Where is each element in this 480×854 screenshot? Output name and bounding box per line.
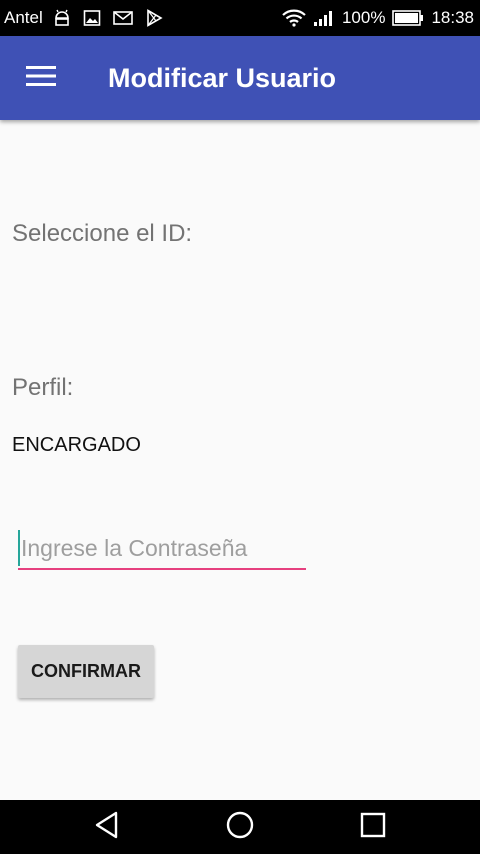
perfil-label: Perfil: <box>12 374 74 401</box>
recents-button[interactable] <box>343 800 403 854</box>
hamburger-menu-icon <box>26 65 56 92</box>
home-button[interactable] <box>210 800 270 854</box>
perfil-value: ENCARGADO <box>12 434 141 456</box>
carrier-name: Antel <box>4 8 43 27</box>
battery-icon <box>392 10 424 26</box>
password-field[interactable] <box>18 528 306 572</box>
app-bar: Modificar Usuario <box>0 36 480 120</box>
navigation-bar <box>0 800 480 854</box>
signal-icon <box>313 9 335 27</box>
status-bar-left: Antel <box>4 8 175 28</box>
back-button[interactable] <box>77 800 137 854</box>
status-bar: Antel 100% 18:38 <box>0 0 480 36</box>
confirm-button[interactable]: CONFIRMAR <box>18 645 154 698</box>
clock: 18:38 <box>431 8 474 27</box>
back-icon <box>94 811 120 844</box>
wifi-icon <box>282 9 306 27</box>
password-input[interactable] <box>18 528 306 568</box>
play-store-icon <box>145 9 163 27</box>
status-bar-right: 100% 18:38 <box>275 8 474 28</box>
battery-percent: 100% <box>341 8 386 27</box>
id-label: Seleccione el ID: <box>12 220 193 247</box>
page-title: Modificar Usuario <box>108 62 337 93</box>
image-icon <box>83 9 101 27</box>
menu-button[interactable] <box>13 50 69 106</box>
recents-icon <box>360 812 386 843</box>
password-underline <box>18 568 306 570</box>
mail-icon <box>112 10 133 26</box>
android-icon <box>53 9 71 27</box>
home-icon <box>225 810 255 845</box>
